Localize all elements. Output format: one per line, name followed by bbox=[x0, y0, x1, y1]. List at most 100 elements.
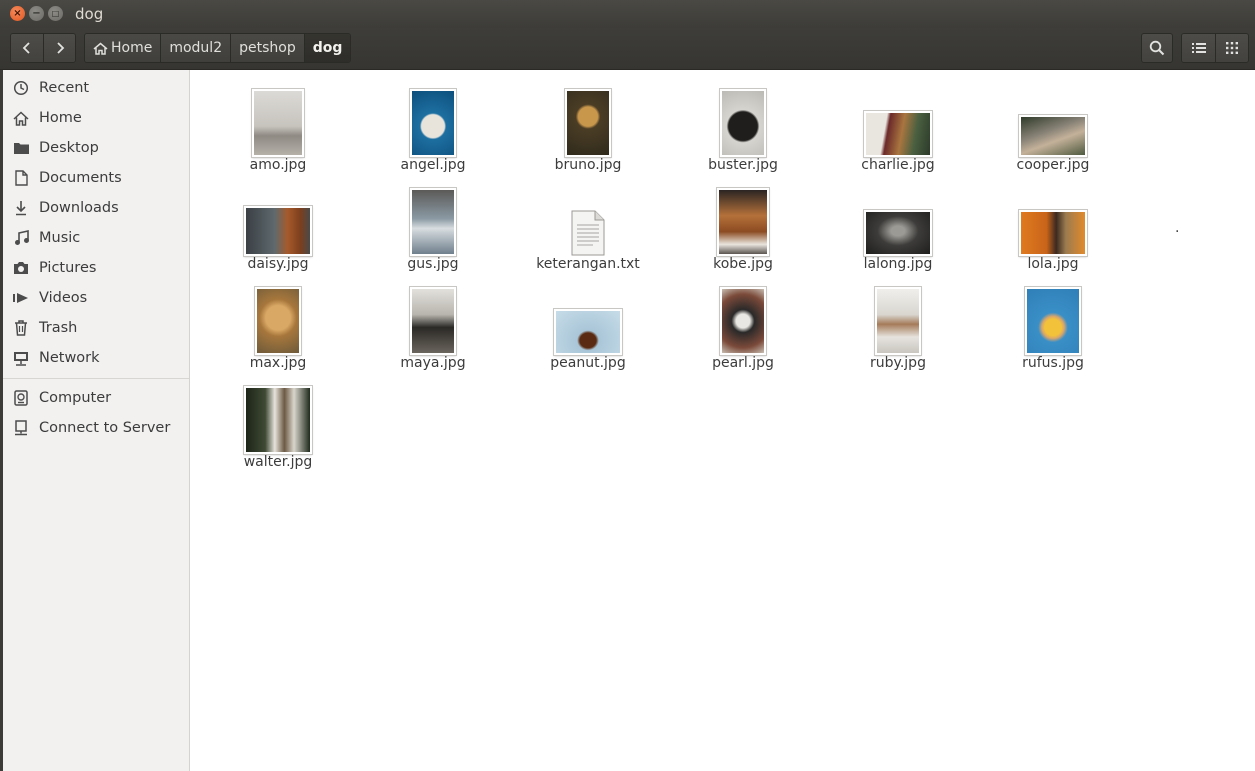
sidebar-item-desktop[interactable]: Desktop bbox=[3, 133, 189, 163]
navigation-buttons bbox=[10, 33, 76, 63]
sidebar-item-computer[interactable]: Computer bbox=[3, 383, 189, 413]
sidebar-item-label: Home bbox=[39, 110, 82, 126]
file-item-gus[interactable]: gus.jpg bbox=[368, 178, 498, 274]
file-item-lalong[interactable]: lalong.jpg bbox=[833, 178, 963, 274]
sidebar-item-label: Downloads bbox=[39, 200, 119, 216]
image-thumbnail bbox=[864, 210, 932, 256]
file-name: peanut.jpg bbox=[550, 355, 626, 371]
file-item-daisy[interactable]: daisy.jpg bbox=[213, 178, 343, 274]
view-mode-toggle bbox=[1181, 33, 1249, 63]
image-thumbnail bbox=[717, 188, 769, 256]
image-thumbnail bbox=[1025, 287, 1081, 355]
breadcrumb-label: Home bbox=[111, 40, 153, 56]
file-name: maya.jpg bbox=[400, 355, 466, 371]
music-icon bbox=[12, 229, 30, 247]
file-item-pearl[interactable]: pearl.jpg bbox=[678, 277, 808, 373]
search-button[interactable] bbox=[1141, 33, 1173, 63]
breadcrumb-home[interactable]: Home bbox=[85, 34, 161, 62]
file-item-buster[interactable]: buster.jpg bbox=[678, 79, 808, 175]
sidebar-item-label: Videos bbox=[39, 290, 88, 306]
file-item-amo[interactable]: amo.jpg bbox=[213, 79, 343, 175]
sidebar-item-network[interactable]: Network bbox=[3, 343, 189, 373]
sidebar-item-trash[interactable]: Trash bbox=[3, 313, 189, 343]
file-name: amo.jpg bbox=[249, 157, 307, 173]
image-thumbnail bbox=[720, 287, 766, 355]
file-name: buster.jpg bbox=[708, 157, 778, 173]
home-icon bbox=[93, 42, 108, 55]
image-thumbnail bbox=[565, 89, 611, 157]
file-item-kobe[interactable]: kobe.jpg bbox=[678, 178, 808, 274]
image-thumbnail bbox=[255, 287, 301, 355]
window-title: dog bbox=[75, 5, 104, 23]
file-name: lalong.jpg bbox=[863, 256, 933, 272]
file-name: walter.jpg bbox=[243, 454, 313, 470]
file-item-walter[interactable]: walter.jpg bbox=[213, 376, 343, 472]
file-name: ruby.jpg bbox=[870, 355, 926, 371]
file-item-keterangan[interactable]: keterangan.txt bbox=[523, 178, 653, 274]
file-item-charlie[interactable]: charlie.jpg bbox=[833, 79, 963, 175]
sidebar-item-label: Pictures bbox=[39, 260, 97, 276]
file-item-peanut[interactable]: peanut.jpg bbox=[523, 277, 653, 373]
file-item-ruby[interactable]: ruby.jpg bbox=[833, 277, 963, 373]
forward-button[interactable] bbox=[43, 34, 75, 62]
list-view-icon bbox=[1191, 43, 1206, 53]
sidebar-item-label: Network bbox=[39, 350, 100, 366]
file-item-cooper[interactable]: cooper.jpg bbox=[988, 79, 1118, 175]
chevron-left-icon bbox=[22, 42, 30, 54]
breadcrumb-modul2[interactable]: modul2 bbox=[160, 34, 231, 62]
image-thumbnail bbox=[864, 111, 932, 157]
file-item-lola[interactable]: lola.jpg bbox=[988, 178, 1118, 274]
sidebar: Recent Home Desktop Documents Downloads … bbox=[0, 70, 190, 771]
file-name: rufus.jpg bbox=[1022, 355, 1084, 371]
sidebar-item-home[interactable]: Home bbox=[3, 103, 189, 133]
sidebar-item-documents[interactable]: Documents bbox=[3, 163, 189, 193]
breadcrumb-petshop[interactable]: petshop bbox=[230, 34, 304, 62]
image-thumbnail bbox=[410, 287, 456, 355]
list-view-button[interactable] bbox=[1182, 34, 1215, 62]
grid-view-button[interactable] bbox=[1215, 34, 1248, 62]
sidebar-separator bbox=[3, 378, 189, 379]
file-item-max[interactable]: max.jpg bbox=[213, 277, 343, 373]
chevron-right-icon bbox=[56, 42, 64, 54]
sidebar-item-label: Recent bbox=[39, 80, 90, 96]
video-icon bbox=[12, 289, 30, 307]
minimize-window-button[interactable]: − bbox=[29, 6, 44, 21]
file-item-angel[interactable]: angel.jpg bbox=[368, 79, 498, 175]
maximize-window-button[interactable]: □ bbox=[48, 6, 63, 21]
sidebar-item-label: Trash bbox=[39, 320, 78, 336]
file-name: daisy.jpg bbox=[247, 256, 309, 272]
file-manager-window: × − □ dog Home modul2 petshop dog Recent… bbox=[0, 0, 1255, 771]
image-thumbnail bbox=[410, 188, 456, 256]
file-item-maya[interactable]: maya.jpg bbox=[368, 277, 498, 373]
back-button[interactable] bbox=[11, 34, 43, 62]
file-name: charlie.jpg bbox=[861, 157, 935, 173]
image-thumbnail bbox=[1019, 210, 1087, 256]
sidebar-item-videos[interactable]: Videos bbox=[3, 283, 189, 313]
image-thumbnail bbox=[244, 386, 312, 454]
image-thumbnail bbox=[410, 89, 456, 157]
sidebar-item-downloads[interactable]: Downloads bbox=[3, 193, 189, 223]
close-window-button[interactable]: × bbox=[10, 6, 25, 21]
sidebar-item-pictures[interactable]: Pictures bbox=[3, 253, 189, 283]
breadcrumb-label: dog bbox=[312, 40, 343, 56]
file-item-bruno[interactable]: bruno.jpg bbox=[523, 79, 653, 175]
image-thumbnail bbox=[244, 206, 312, 256]
trash-icon bbox=[12, 319, 30, 337]
file-name: keterangan.txt bbox=[536, 256, 640, 272]
sidebar-item-recent[interactable]: Recent bbox=[3, 73, 189, 103]
clock-icon bbox=[12, 79, 30, 97]
breadcrumb-dog[interactable]: dog bbox=[303, 34, 351, 62]
grid-view-icon bbox=[1226, 42, 1238, 54]
breadcrumb-label: petshop bbox=[239, 40, 296, 56]
file-item-rufus[interactable]: rufus.jpg bbox=[988, 277, 1118, 373]
sidebar-item-connect-to-server[interactable]: Connect to Server bbox=[3, 413, 189, 443]
title-bar: × − □ dog bbox=[0, 0, 1255, 28]
file-name: kobe.jpg bbox=[713, 256, 773, 272]
sidebar-item-music[interactable]: Music bbox=[3, 223, 189, 253]
image-thumbnail bbox=[252, 89, 304, 157]
text-file-icon bbox=[571, 210, 605, 256]
image-thumbnail bbox=[554, 309, 622, 355]
computer-icon bbox=[12, 389, 30, 407]
header-bar: Home modul2 petshop dog bbox=[0, 28, 1255, 70]
file-name: lola.jpg bbox=[1027, 256, 1079, 272]
